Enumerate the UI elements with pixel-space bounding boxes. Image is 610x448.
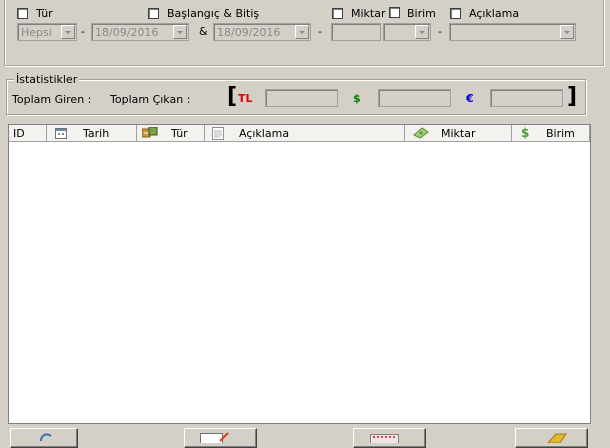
folder-icon: [546, 431, 570, 446]
start-date-value: 18/09/2016: [95, 26, 159, 39]
bracket-open: [: [227, 84, 238, 109]
refresh-icon: [39, 432, 53, 445]
column-header-aciklama[interactable]: Açıklama: [205, 125, 405, 142]
column-header-label: Tür: [171, 127, 188, 140]
miktar-checkbox[interactable]: [332, 8, 343, 19]
tur-value: Hepsi: [21, 26, 52, 39]
chevron-down-icon[interactable]: [415, 25, 429, 39]
birim-label: Birim: [407, 7, 436, 20]
dollar-symbol: $: [353, 92, 361, 105]
calendar-icon: [55, 127, 67, 142]
column-header-miktar[interactable]: Miktar: [405, 125, 512, 142]
type-icon: [141, 126, 158, 142]
delete-icon: [370, 431, 400, 446]
tarih-label: Başlangıç & Bitiş: [167, 7, 260, 20]
euro-total-field: [490, 89, 563, 107]
birim-combo[interactable]: [383, 23, 431, 41]
tur-combo[interactable]: Hepsi: [17, 23, 77, 41]
start-date-picker[interactable]: 18/09/2016: [91, 23, 189, 41]
column-header-id[interactable]: ID: [9, 125, 47, 142]
column-header-label: Miktar: [441, 127, 476, 140]
tl-total-field: [265, 89, 338, 107]
column-header-tur[interactable]: Tür: [137, 125, 205, 142]
edit-button[interactable]: [184, 428, 257, 448]
column-header-label: Birim: [546, 127, 575, 140]
toplam-cikan-label: Toplam Çıkan :: [110, 93, 191, 106]
euro-symbol: €: [466, 92, 474, 105]
aciklama-checkbox[interactable]: [450, 8, 461, 19]
tarih-checkbox[interactable]: [148, 8, 159, 19]
refresh-button[interactable]: [10, 428, 78, 448]
edit-icon: [200, 431, 230, 446]
aciklama-label: Açıklama: [469, 7, 520, 20]
folder-button[interactable]: [515, 428, 588, 448]
chevron-down-icon[interactable]: [173, 25, 187, 39]
chevron-down-icon[interactable]: [295, 25, 309, 39]
money-icon: [413, 127, 429, 142]
bracket-close: ]: [567, 84, 578, 109]
toplam-giren-label: Toplam Giren :: [12, 93, 92, 106]
notepad-icon: [212, 127, 224, 143]
chevron-down-icon[interactable]: [560, 25, 574, 39]
separator: -: [318, 25, 322, 38]
separator: -: [438, 25, 442, 38]
tl-symbol: TL: [238, 92, 253, 105]
chevron-down-icon[interactable]: [61, 25, 75, 39]
ampersand: &: [199, 25, 208, 38]
tur-checkbox[interactable]: [17, 8, 28, 19]
separator: -: [81, 25, 85, 38]
records-table[interactable]: ID Tarih Tür Açıklama Miktar $ Birim: [8, 124, 591, 424]
tur-label: Tür: [36, 7, 53, 20]
aciklama-combo[interactable]: [449, 23, 576, 41]
column-header-label: Açıklama: [239, 127, 290, 140]
end-date-value: 18/09/2016: [217, 26, 281, 39]
column-header-birim[interactable]: $ Birim: [512, 125, 590, 142]
column-header-label: Tarih: [83, 127, 110, 140]
dollar-total-field: [378, 89, 451, 107]
dollar-icon: $: [521, 126, 530, 140]
miktar-input[interactable]: [331, 23, 381, 41]
birim-checkbox[interactable]: [389, 7, 400, 18]
column-header-tarih[interactable]: Tarih: [47, 125, 137, 142]
column-header-label: ID: [13, 127, 25, 140]
stats-title: İstatistikler: [14, 73, 80, 86]
end-date-picker[interactable]: 18/09/2016: [213, 23, 311, 41]
miktar-label: Miktar: [351, 7, 386, 20]
delete-button[interactable]: [353, 428, 426, 448]
